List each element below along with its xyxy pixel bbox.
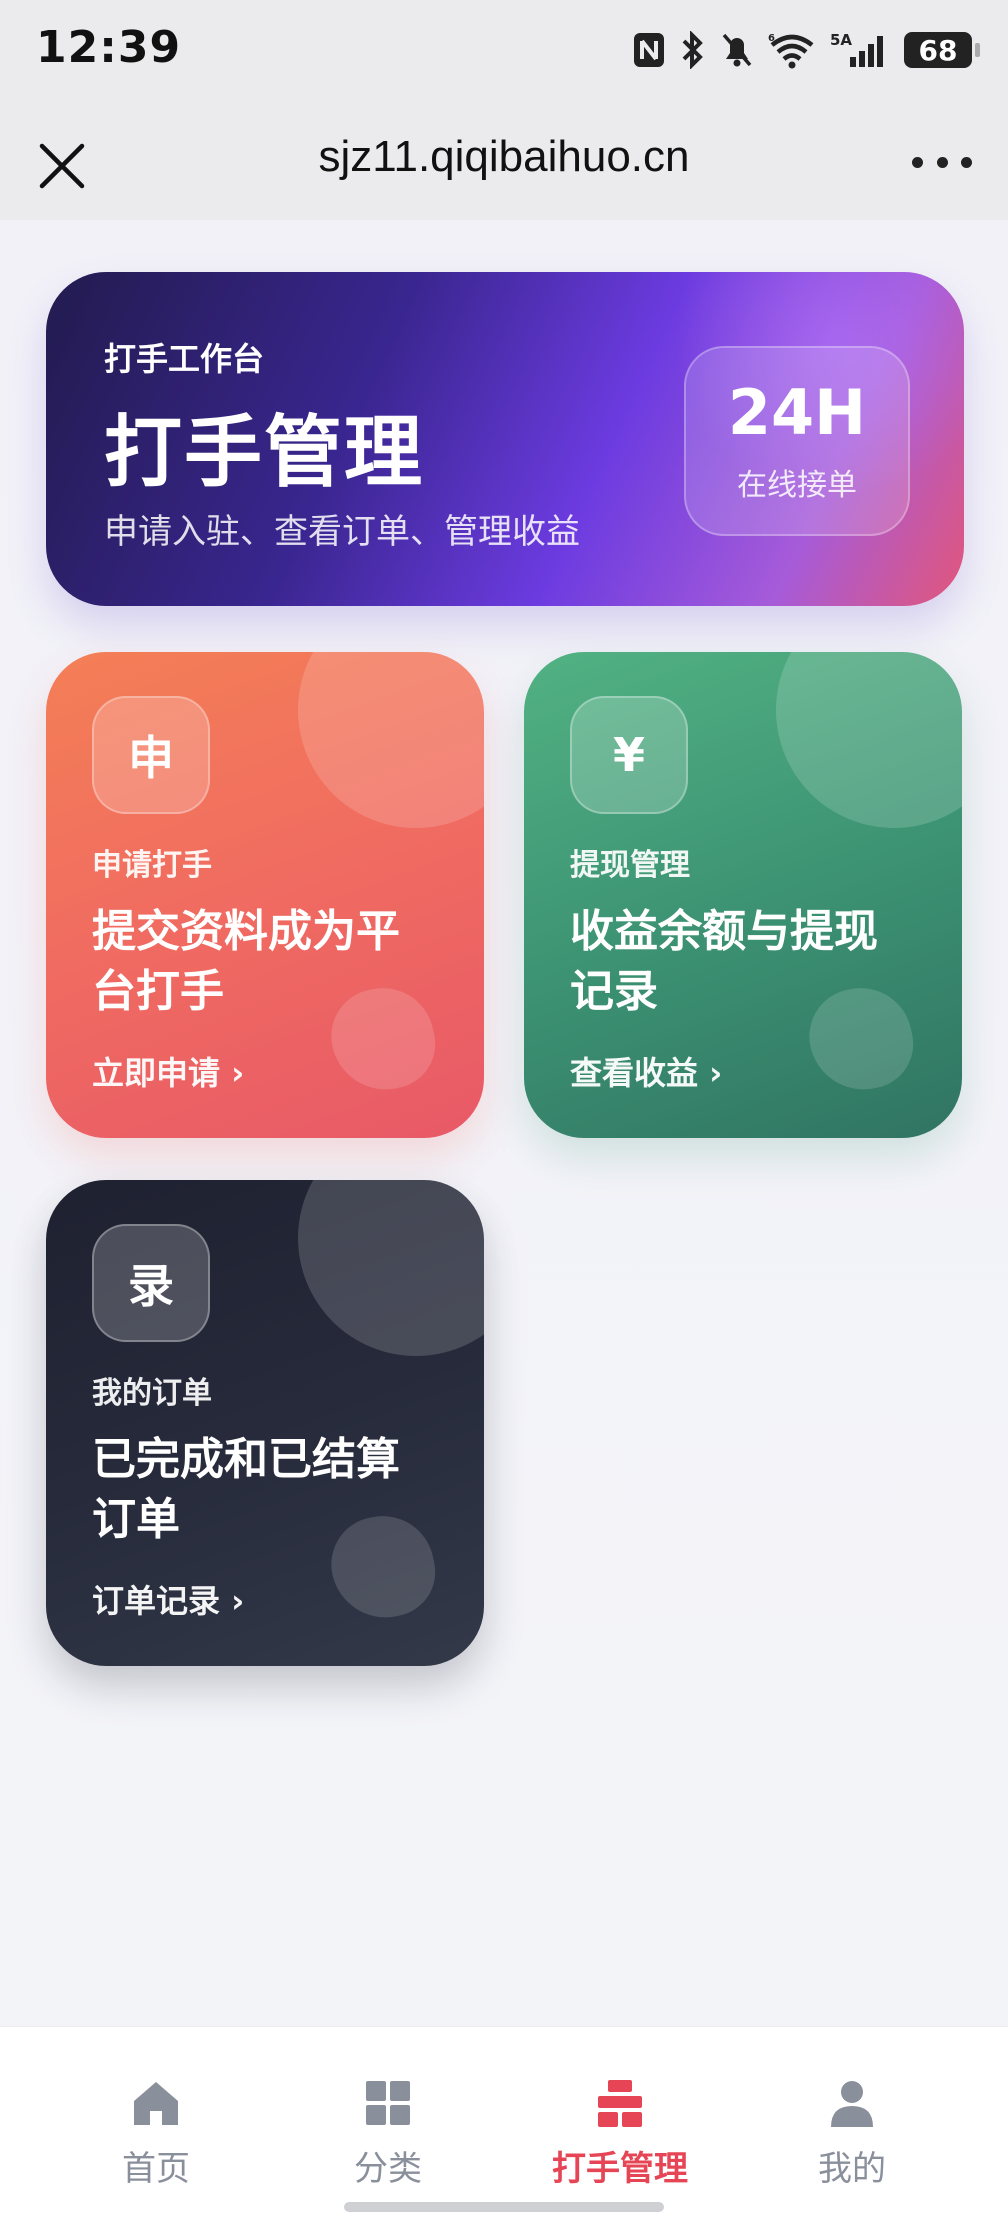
apply-now-link[interactable]: 立即申请 › [92, 1048, 244, 1094]
network-label: 5A [830, 31, 852, 49]
orders-card[interactable]: 录 我的订单 已完成和已结算订单 订单记录 › [46, 1180, 484, 1666]
manage-icon [598, 2080, 642, 2127]
decor-circle [776, 652, 962, 828]
orders-card-description: 已完成和已结算订单 [92, 1434, 400, 1545]
online-badge-hours: 24H [727, 376, 867, 449]
record-icon: 录 [92, 1224, 210, 1342]
user-icon [831, 2081, 873, 2127]
status-bar: 12:39 6 5A 68 [0, 0, 1008, 104]
signal-icon: 5A [830, 30, 890, 70]
nfc-icon [632, 30, 666, 70]
tab-category-label: 分类 [354, 2149, 422, 2189]
bluetooth-icon [680, 30, 706, 70]
tab-home-label: 首页 [122, 2149, 190, 2189]
hero-subtitle: 打手工作台 [104, 340, 265, 378]
home-icon [134, 2082, 178, 2125]
view-earnings-link[interactable]: 查看收益 › [570, 1048, 722, 1094]
order-records-link[interactable]: 订单记录 › [92, 1576, 244, 1622]
apply-icon: 申 [92, 696, 210, 814]
svg-text:6: 6 [768, 33, 775, 44]
apply-card-label: 申请打手 [92, 848, 212, 883]
hero-banner: 打手工作台 打手管理 申请入驻、查看订单、管理收益 24H 在线接单 [46, 272, 964, 606]
tab-profile[interactable]: 我的 [752, 2077, 952, 2190]
decor-circle [298, 1180, 484, 1356]
withdraw-card-label: 提现管理 [570, 848, 690, 883]
tab-manage-label: 打手管理 [552, 2149, 688, 2189]
browser-url-bar: sjz11.qiqibaihuo.cn [0, 104, 1008, 220]
apply-card-description: 提交资料成为平台打手 [92, 906, 400, 1017]
decor-circle [298, 652, 484, 828]
grid-icon [366, 2081, 410, 2125]
tab-manage[interactable]: 打手管理 [520, 2077, 720, 2190]
orders-card-label: 我的订单 [92, 1376, 212, 1411]
yen-icon: ¥ [570, 696, 688, 814]
page-url: sjz11.qiqibaihuo.cn [318, 132, 690, 181]
status-time: 12:39 [36, 22, 182, 73]
tab-profile-label: 我的 [818, 2149, 886, 2189]
more-icon-dot [936, 156, 948, 168]
online-badge-label: 在线接单 [737, 468, 857, 503]
online-badge: 24H 在线接单 [684, 346, 910, 536]
bell-muted-icon [720, 30, 754, 70]
battery-icon: 68 [904, 32, 980, 68]
withdraw-card-description: 收益余额与提现记录 [570, 906, 878, 1017]
hero-description: 申请入驻、查看订单、管理收益 [104, 512, 580, 552]
more-icon-dot [912, 156, 923, 168]
page-title: 打手管理 [104, 408, 425, 498]
status-icons: 6 5A 68 [632, 30, 980, 70]
more-icon-dot [961, 156, 972, 168]
tab-category[interactable]: 分类 [288, 2077, 488, 2190]
wifi-icon: 6 [768, 30, 816, 70]
main-content: 打手工作台 打手管理 申请入驻、查看订单、管理收益 24H 在线接单 申 申请打… [0, 220, 1008, 2026]
home-indicator [344, 2202, 664, 2212]
more-button[interactable] [912, 144, 972, 180]
withdraw-card[interactable]: ¥ 提现管理 收益余额与提现记录 查看收益 › [524, 652, 962, 1138]
tab-home[interactable]: 首页 [56, 2077, 256, 2190]
apply-card[interactable]: 申 申请打手 提交资料成为平台打手 立即申请 › [46, 652, 484, 1138]
